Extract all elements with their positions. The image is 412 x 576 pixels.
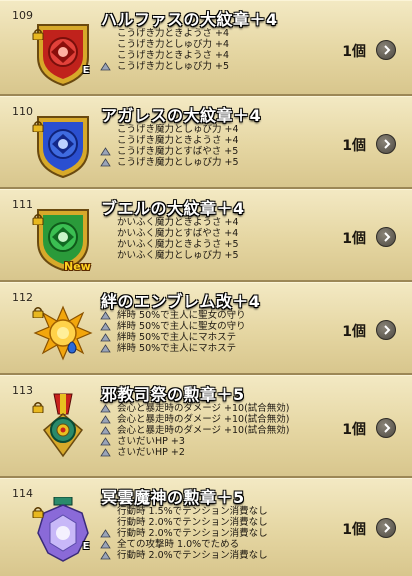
lock-icon	[32, 210, 44, 226]
stat-lock-icon	[100, 551, 111, 560]
item-number: 112	[12, 291, 33, 304]
item-number: 114	[12, 487, 33, 500]
list-item-113[interactable]: 113 邪教司祭の勲章＋5 会心と暴走時のダメージ +10(試合無効) 会心と暴…	[0, 375, 412, 478]
item-count: 1個	[342, 138, 366, 154]
list-item-111[interactable]: 111 New ブエルの大紋章＋4 かいふく魔力ときようさ +4 かいふく魔力と…	[0, 189, 412, 282]
stat-lock-icon	[100, 426, 111, 435]
item-count: 1個	[342, 422, 366, 438]
item-name: 邪教司祭の勲章＋5	[101, 385, 245, 404]
item-count: 1個	[342, 231, 366, 247]
stat-lock-icon	[100, 437, 111, 446]
chevron-right-icon	[384, 523, 391, 533]
stat-lock-icon	[100, 448, 111, 457]
lock-icon	[32, 25, 44, 41]
item-number: 110	[12, 105, 33, 118]
chevron-right-icon	[384, 139, 391, 149]
stat-lock-icon	[100, 529, 111, 538]
lock-icon	[32, 398, 44, 414]
equipped-badge: E	[82, 541, 90, 552]
stat-lock-icon	[100, 62, 111, 71]
lock-icon	[32, 117, 44, 133]
item-number: 113	[12, 384, 33, 397]
detail-arrow-button[interactable]	[376, 320, 396, 340]
stat-lock-icon	[100, 333, 111, 342]
list-item-109[interactable]: 109 E ハルファスの大紋章＋4 こうげき力ときようさ +4 こうげき力としゅ…	[0, 0, 412, 96]
detail-arrow-button[interactable]	[376, 40, 396, 60]
item-name: 冥雲魔神の勲章＋5	[101, 488, 245, 507]
chevron-right-icon	[384, 45, 391, 55]
list-item-110[interactable]: 110 アガレスの大紋章＋4 こうげき魔力としゅび力 +4 こうげき魔力ときよう…	[0, 96, 412, 189]
detail-arrow-button[interactable]	[376, 418, 396, 438]
item-number: 109	[12, 9, 33, 22]
stat-lock-icon	[100, 158, 111, 167]
detail-arrow-button[interactable]	[376, 227, 396, 247]
stat-lock-icon	[100, 147, 111, 156]
new-badge: New	[64, 260, 91, 273]
stat-lock-icon	[100, 404, 111, 413]
item-count: 1個	[342, 324, 366, 340]
chevron-right-icon	[384, 325, 391, 335]
stat-lock-icon	[100, 415, 111, 424]
item-name: アガレスの大紋章＋4	[101, 106, 262, 125]
item-number: 111	[12, 198, 33, 211]
item-name: ハルファスの大紋章＋4	[101, 10, 278, 29]
item-count: 1個	[342, 44, 366, 60]
stat-lock-icon	[100, 540, 111, 549]
item-name: 絆のエンブレム改＋4	[101, 292, 261, 311]
list-item-114[interactable]: 114 E 冥雲魔神の勲章＋5 行動時 1.5%でテンション消費なし 行動時 2…	[0, 478, 412, 576]
stat-lock-icon	[100, 344, 111, 353]
stat-lock-icon	[100, 322, 111, 331]
item-count: 1個	[342, 522, 366, 538]
lock-icon	[32, 503, 44, 519]
equipped-badge: E	[82, 65, 90, 76]
item-list: 109 E ハルファスの大紋章＋4 こうげき力ときようさ +4 こうげき力としゅ…	[0, 0, 412, 576]
chevron-right-icon	[384, 232, 391, 242]
lock-icon	[32, 303, 44, 319]
detail-arrow-button[interactable]	[376, 518, 396, 538]
list-item-112[interactable]: 112 絆のエンブレム改＋4 絆時 50%で主人に聖女の守り 絆時 50%で主人…	[0, 282, 412, 375]
chevron-right-icon	[384, 423, 391, 433]
item-name: ブエルの大紋章＋4	[101, 199, 245, 218]
stat-lock-icon	[100, 311, 111, 320]
detail-arrow-button[interactable]	[376, 134, 396, 154]
